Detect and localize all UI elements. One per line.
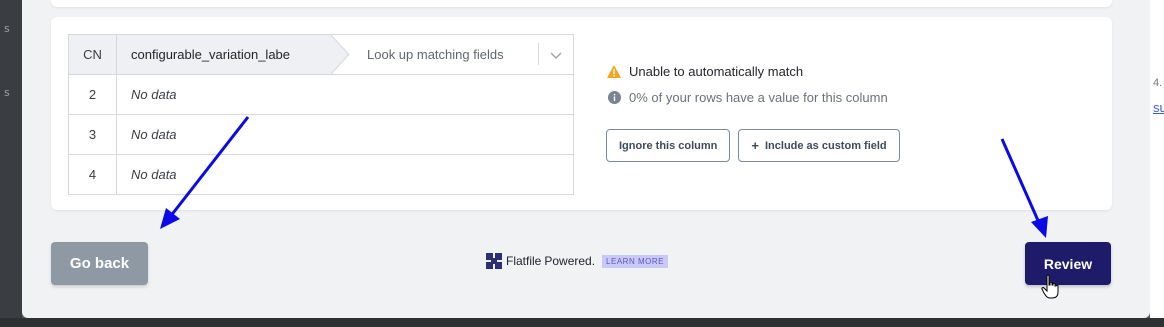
row-value: No data — [131, 167, 177, 182]
review-label: Review — [1043, 255, 1093, 272]
previous-column-card — [51, 0, 1112, 7]
include-custom-field-button[interactable]: + Include as custom field — [738, 129, 900, 162]
row-value: No data — [131, 127, 177, 142]
include-custom-field-label: Include as custom field — [765, 139, 887, 152]
row-value: No data — [131, 87, 177, 102]
column-actions: Ignore this column + Include as custom f… — [606, 129, 900, 162]
row-number: 3 — [69, 115, 117, 154]
match-status: Unable to automatically match 0% of your… — [606, 61, 888, 107]
warning-icon — [606, 63, 622, 79]
table-row: 4 No data — [69, 154, 573, 194]
background-link[interactable]: su — [1153, 100, 1164, 115]
powered-by-badge: Flatfile Powered. LEARN MORE — [486, 253, 668, 269]
column-letter: CN — [69, 35, 117, 74]
divider — [538, 43, 539, 65]
chevron-right-icon — [331, 35, 350, 74]
go-back-button[interactable]: Go back — [51, 242, 148, 285]
background-right-panel: 4. su — [1150, 0, 1164, 327]
row-number: 2 — [69, 75, 117, 114]
background-glyph: s — [4, 22, 10, 35]
background-text: 4. — [1153, 77, 1163, 89]
chevron-down-icon[interactable] — [548, 47, 564, 63]
powered-text: Powered. — [544, 254, 596, 268]
ignore-column-label: Ignore this column — [619, 139, 718, 152]
table-header-row: CN configurable_variation_labe Look up m… — [69, 35, 573, 74]
field-lookup-placeholder: Look up matching fields — [367, 47, 504, 62]
background-glyph: s — [4, 86, 10, 99]
info-line: 0% of your rows have a value for this co… — [606, 87, 888, 107]
source-column-name: configurable_variation_labe — [117, 35, 331, 74]
go-back-label: Go back — [69, 255, 130, 272]
warning-line: Unable to automatically match — [606, 61, 888, 81]
ignore-column-button[interactable]: Ignore this column — [606, 129, 731, 162]
flatfile-logo-icon — [486, 253, 502, 269]
learn-more-link[interactable]: LEARN MORE — [602, 254, 668, 268]
table-row: 3 No data — [69, 114, 573, 154]
field-lookup-select[interactable]: Look up matching fields — [351, 35, 573, 74]
background-bottom-bar — [0, 318, 1164, 327]
plus-icon: + — [751, 138, 759, 153]
info-text: 0% of your rows have a value for this co… — [629, 89, 888, 105]
info-icon — [606, 89, 622, 105]
column-card: CN configurable_variation_labe Look up m… — [51, 17, 1112, 210]
hand-cursor-icon — [1041, 274, 1059, 299]
brand-name: Flatfile — [506, 254, 542, 268]
review-button[interactable]: Review — [1025, 242, 1111, 285]
row-number: 4 — [69, 155, 117, 194]
table-row: 2 No data — [69, 74, 573, 114]
warning-text: Unable to automatically match — [629, 63, 804, 79]
column-match-modal: CN configurable_variation_labe Look up m… — [22, 0, 1150, 318]
background-left-panel: s s — [0, 0, 22, 327]
column-preview-table: CN configurable_variation_labe Look up m… — [68, 34, 574, 195]
